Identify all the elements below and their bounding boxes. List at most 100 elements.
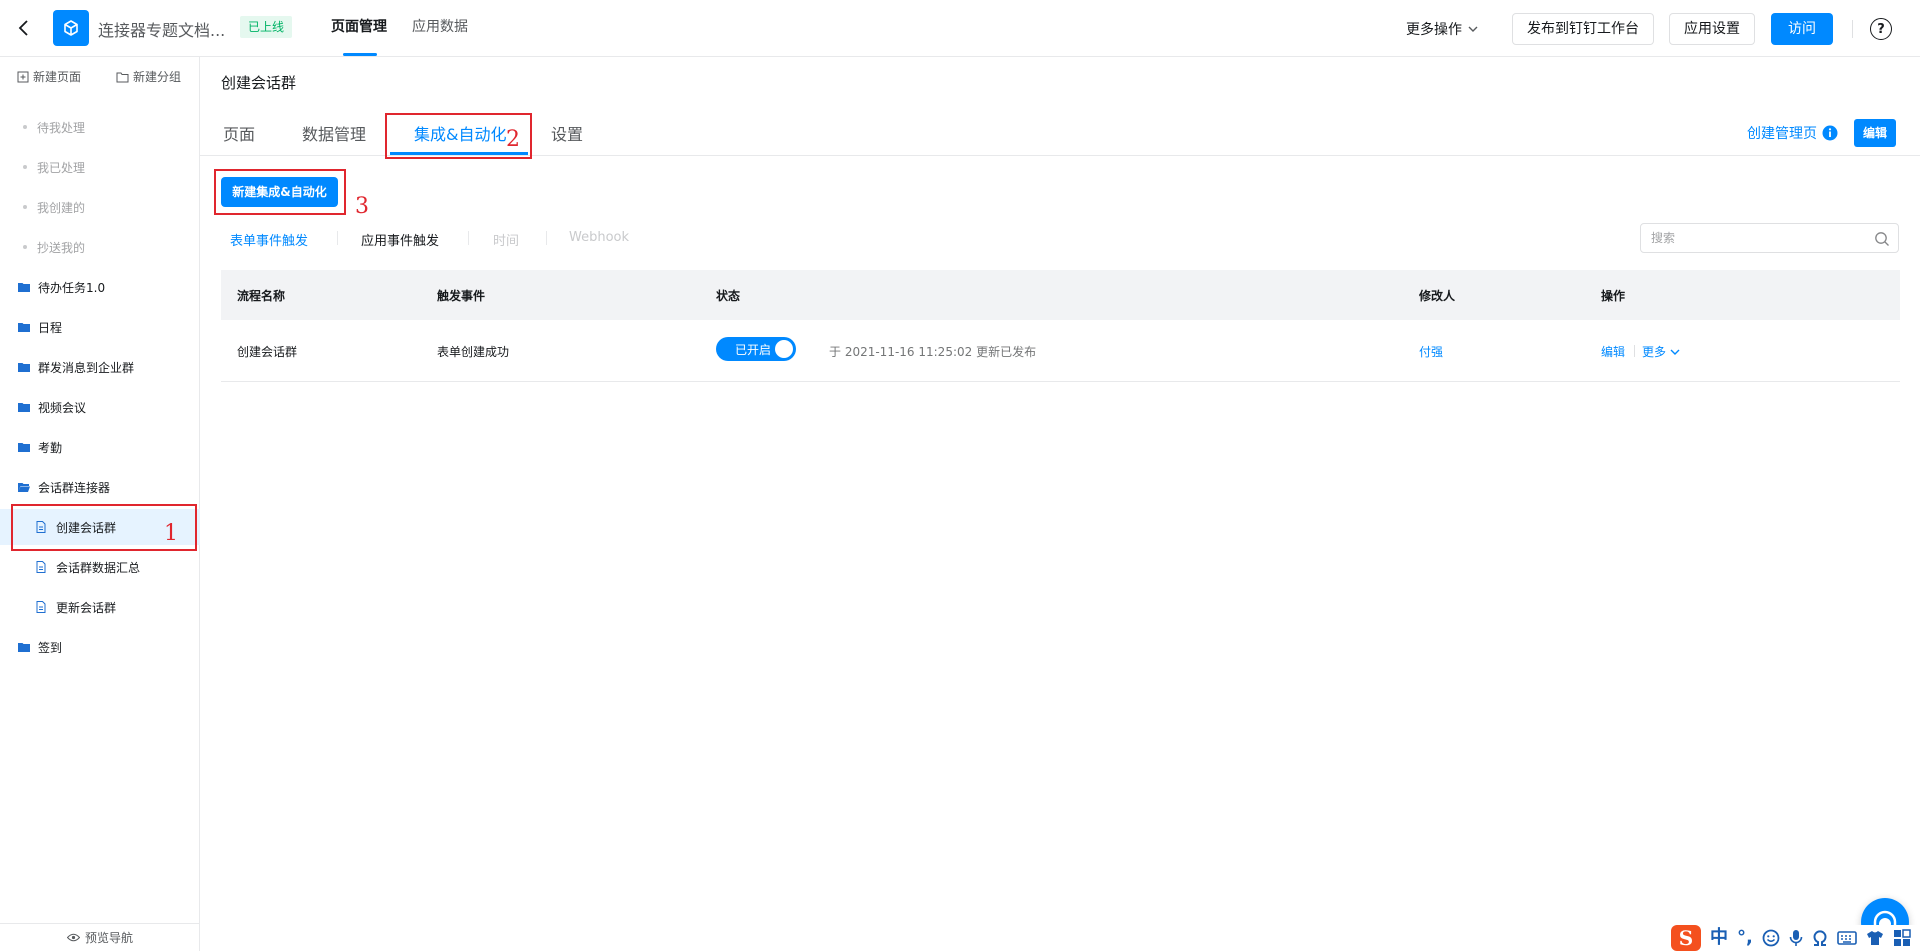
sidebar-item-label: 我创建的 (37, 200, 86, 215)
search-box (1640, 223, 1899, 253)
new-page-label: 新建页面 (33, 70, 82, 84)
search-input[interactable] (1651, 228, 1861, 248)
annotation-number-2: 2 (506, 127, 520, 152)
column-header-flow-name: 流程名称 (237, 289, 286, 303)
divider (468, 231, 469, 245)
bullet-icon (23, 205, 27, 209)
tab-settings[interactable]: 设置 (551, 121, 583, 145)
filter-webhook[interactable]: Webhook (569, 230, 629, 245)
sidebar-group-video-meeting[interactable]: 视频会议 (0, 389, 200, 425)
sidebar-group-chat-connector[interactable]: 会话群连接器 (0, 469, 200, 505)
sidebar-item-label: 会话群连接器 (38, 480, 111, 495)
table-row: 创建会话群 表单创建成功 已开启 于 2021-11-16 11:25:02 更… (221, 320, 1900, 382)
new-page-button[interactable]: 新建页面 (17, 68, 81, 85)
sidebar-item-label: 签到 (38, 640, 63, 655)
updated-time-cell: 于 2021-11-16 11:25:02 更新已发布 (829, 345, 1037, 359)
bullet-icon (23, 245, 27, 249)
folder-icon (18, 361, 30, 373)
sidebar-item-label: 日程 (38, 320, 63, 335)
folder-icon (18, 281, 30, 293)
ime-punct-label[interactable]: °, (1737, 925, 1753, 951)
folder-open-icon (18, 481, 30, 493)
new-integration-automation-button[interactable]: 新建集成&自动化 (221, 177, 338, 207)
sidebar: 新建页面 新建分组 待我处理 我已处理 我创建的 抄送我的 待办任务1.0 日程… (0, 57, 200, 951)
edit-button[interactable]: 编辑 (1854, 119, 1896, 147)
filter-form-event-trigger[interactable]: 表单事件触发 (230, 230, 308, 249)
sidebar-item-label: 我已处理 (37, 160, 86, 175)
tab-page-management[interactable]: 页面管理 (331, 16, 387, 36)
visit-button[interactable]: 访问 (1771, 13, 1833, 45)
toolbox-grid-icon[interactable] (1893, 929, 1911, 947)
bullet-icon (23, 165, 27, 169)
create-admin-page-label: 创建管理页 (1747, 126, 1817, 142)
row-more-dropdown[interactable]: 更多 (1642, 343, 1680, 360)
sidebar-item-label: 更新会话群 (56, 600, 117, 615)
back-icon[interactable] (10, 14, 38, 42)
sidebar-item-label: 视频会议 (38, 400, 87, 415)
chevron-down-icon (1468, 26, 1478, 32)
app-settings-button[interactable]: 应用设置 (1669, 13, 1755, 45)
sidebar-item-todo[interactable]: 待我处理 (0, 109, 200, 145)
divider (337, 231, 338, 245)
new-group-button[interactable]: 新建分组 (116, 68, 181, 85)
column-header-status: 状态 (716, 289, 741, 303)
sidebar-item-chat-group-summary[interactable]: 会话群数据汇总 (0, 549, 200, 585)
skin-shirt-icon[interactable] (1866, 929, 1884, 947)
sidebar-item-cc[interactable]: 抄送我的 (0, 229, 200, 265)
more-actions-dropdown[interactable]: 更多操作 (1406, 19, 1478, 39)
sidebar-group-mass-message[interactable]: 群发消息到企业群 (0, 349, 200, 385)
column-header-trigger-event: 触发事件 (437, 289, 486, 303)
status-badge: 已上线 (240, 16, 293, 38)
omega-icon[interactable] (1812, 929, 1828, 947)
flow-name-cell: 创建会话群 (237, 345, 298, 359)
sidebar-item-update-chat-group[interactable]: 更新会话群 (0, 589, 200, 625)
tab-integration-automation[interactable]: 集成&自动化 (414, 121, 506, 145)
folder-icon (18, 441, 30, 453)
help-icon[interactable]: ? (1870, 18, 1892, 40)
modifier-link[interactable]: 付强 (1419, 343, 1443, 360)
tab-data-management[interactable]: 数据管理 (302, 121, 366, 145)
page-icon (36, 521, 48, 533)
divider (1852, 20, 1853, 38)
sidebar-group-attendance[interactable]: 考勤 (0, 429, 200, 465)
app-name[interactable]: 连接器专题文档... (98, 17, 225, 41)
search-icon[interactable] (1874, 231, 1890, 247)
folder-icon (18, 401, 30, 413)
toggle-knob (775, 340, 793, 358)
sidebar-item-created[interactable]: 我创建的 (0, 189, 200, 225)
status-toggle[interactable]: 已开启 (716, 337, 796, 361)
tab-page[interactable]: 页面 (223, 121, 255, 145)
ime-mode-label[interactable]: 中 (1710, 925, 1728, 951)
column-header-actions: 操作 (1601, 289, 1626, 303)
info-icon (1822, 125, 1838, 141)
chevron-down-icon (1670, 349, 1680, 355)
top-bar: 连接器专题文档... 已上线 页面管理 应用数据 更多操作 发布到钉钉工作台 应… (0, 0, 1920, 57)
annotation-number-3: 3 (355, 194, 369, 219)
column-header-modifier: 修改人 (1419, 289, 1456, 303)
sidebar-item-label: 创建会话群 (56, 520, 117, 535)
sidebar-group-todo-tasks[interactable]: 待办任务1.0 (0, 269, 200, 305)
filter-app-event-trigger[interactable]: 应用事件触发 (361, 230, 439, 249)
publish-to-dingtalk-button[interactable]: 发布到钉钉工作台 (1512, 13, 1654, 45)
folder-icon (18, 641, 30, 653)
preview-navigation-button[interactable]: 预览导航 (0, 923, 200, 951)
sidebar-item-label: 会话群数据汇总 (56, 560, 141, 575)
sidebar-item-done[interactable]: 我已处理 (0, 149, 200, 185)
create-admin-page-link[interactable]: 创建管理页 (1747, 123, 1838, 143)
active-tab-indicator (343, 53, 377, 56)
row-edit-link[interactable]: 编辑 (1601, 343, 1625, 360)
sidebar-group-checkin[interactable]: 签到 (0, 629, 200, 665)
sogou-logo-icon[interactable]: S (1671, 925, 1701, 951)
sidebar-item-label: 抄送我的 (37, 240, 86, 255)
tab-app-data[interactable]: 应用数据 (412, 16, 468, 36)
divider (1634, 345, 1635, 357)
page-icon (36, 561, 48, 573)
filter-time[interactable]: 时间 (493, 230, 519, 249)
sidebar-group-schedule[interactable]: 日程 (0, 309, 200, 345)
emoji-icon[interactable] (1762, 929, 1780, 947)
row-more-label: 更多 (1642, 345, 1667, 359)
folder-icon (18, 321, 30, 333)
microphone-icon[interactable] (1789, 929, 1803, 947)
keyboard-icon[interactable] (1837, 930, 1857, 946)
bullet-icon (23, 125, 27, 129)
